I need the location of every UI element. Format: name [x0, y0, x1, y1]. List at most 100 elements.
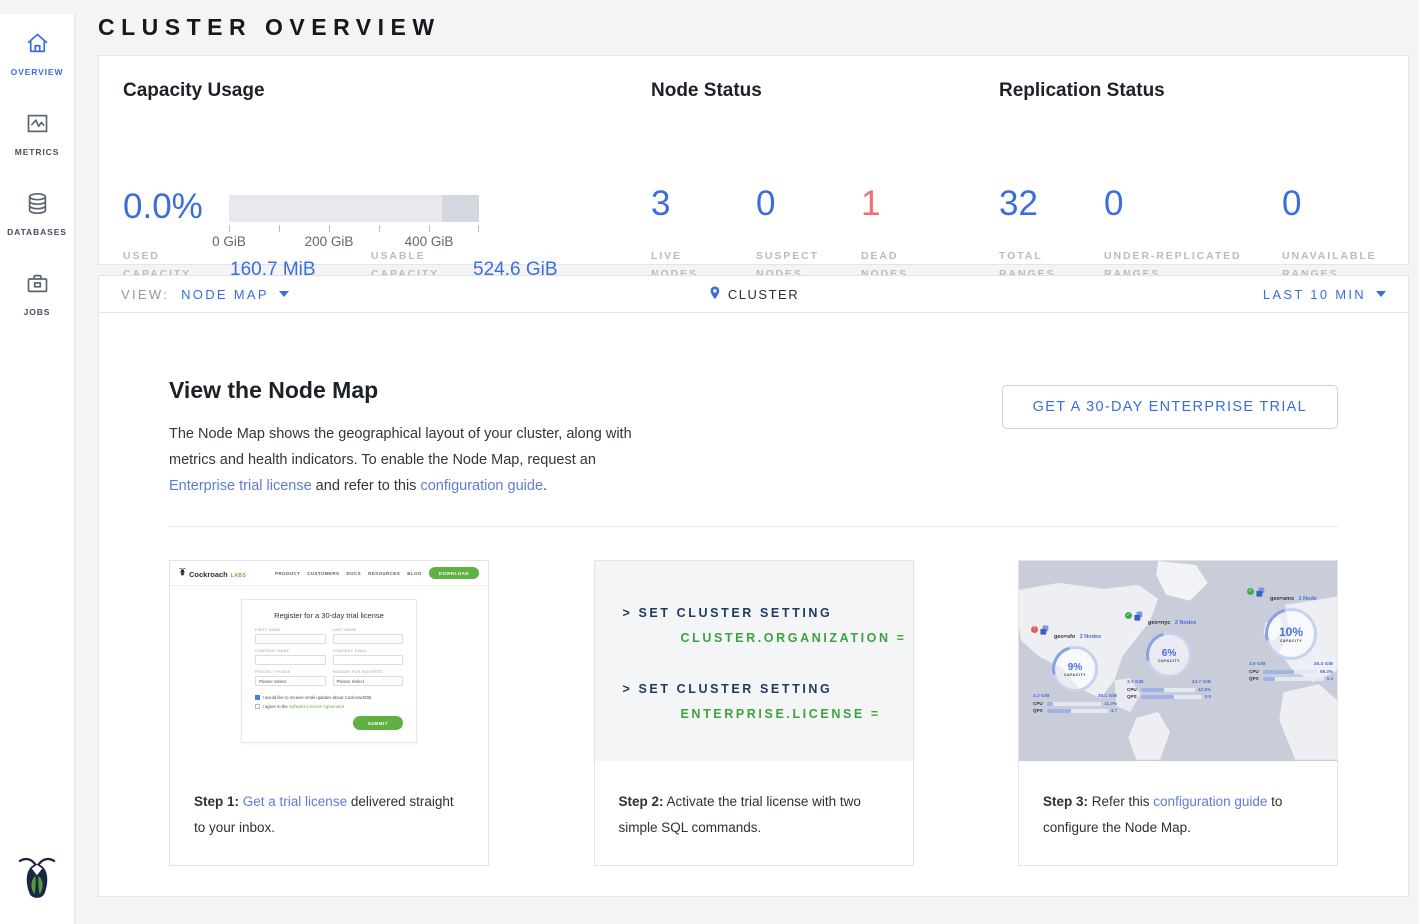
- capacity-used: 3.7 GiB: [1127, 680, 1144, 685]
- sidebar-item-label: OVERVIEW: [11, 67, 64, 77]
- axis-tick-label: 0 GiB: [212, 234, 246, 249]
- mini-checkbox-label: I would like to receive email updates ab…: [263, 695, 373, 700]
- live-nodes-value: 3: [651, 184, 670, 224]
- step-label: Step 2:: [619, 794, 664, 809]
- mini-nav-item: DOCS: [346, 571, 361, 576]
- section-divider: [169, 526, 1338, 527]
- qps-label: QPS: [1033, 708, 1044, 713]
- mini-checkbox: [255, 704, 260, 709]
- locality-ams: ✓ geo=ams 1 Node 10% CAPACITY: [1247, 587, 1335, 681]
- time-range-value: LAST 10 MIN: [1263, 287, 1366, 302]
- mini-select: Please Select: [333, 676, 404, 686]
- metrics-chart-icon: [24, 110, 51, 142]
- configuration-guide-link[interactable]: configuration guide: [420, 478, 543, 494]
- capacity-gauge: 9% CAPACITY: [1052, 646, 1098, 692]
- cockroachdb-logo: [18, 853, 56, 910]
- dead-nodes-value: 1: [861, 184, 880, 224]
- description-text: The Node Map shows the geographical layo…: [169, 426, 632, 468]
- step-label: Step 3:: [1043, 794, 1088, 809]
- step1-card: Cockroach LABS PRODUCT CUSTOMERS DOCS RE…: [169, 560, 489, 866]
- qps-label: QPS: [1127, 694, 1138, 699]
- step2-caption: Step 2: Activate the trial license with …: [595, 761, 913, 865]
- mini-registration-form: Register for a 30-day trial license FIRS…: [241, 599, 417, 743]
- sidebar: OVERVIEW METRICS DATABASES JOBS: [0, 14, 75, 924]
- sidebar-item-overview[interactable]: OVERVIEW: [0, 30, 74, 76]
- node-map-panel: View the Node Map The Node Map shows the…: [98, 313, 1409, 897]
- mini-field-label: FIRST NAME: [255, 628, 326, 632]
- enterprise-trial-license-link[interactable]: Enterprise trial license: [169, 478, 312, 494]
- main-content: CLUSTER OVERVIEW Capacity Usage 0.0% 0 G…: [75, 14, 1419, 897]
- cpu-label: CPU: [1127, 687, 1138, 692]
- mini-submit-button: SUBMIT: [353, 716, 403, 730]
- mini-nav-item: PRODUCT: [275, 571, 300, 576]
- mini-checkbox-checked: [255, 695, 260, 700]
- get-trial-license-link[interactable]: Get a trial license: [243, 794, 347, 809]
- locality-node-count: 2 Nodes: [1175, 620, 1196, 626]
- sidebar-item-metrics[interactable]: METRICS: [0, 110, 74, 156]
- sidebar-item-databases[interactable]: DATABASES: [0, 190, 74, 236]
- node-cube-icon: [1134, 611, 1144, 622]
- node-map-heading: View the Node Map: [169, 377, 643, 404]
- enterprise-trial-button[interactable]: GET A 30-DAY ENTERPRISE TRIAL: [1002, 385, 1338, 429]
- time-range-selector[interactable]: LAST 10 MIN: [1263, 287, 1386, 302]
- description-text: and refer to this: [312, 478, 421, 494]
- mini-field-label: COMPANY EMAIL: [333, 649, 404, 653]
- mini-nav-item: BLOG: [407, 571, 422, 576]
- capacity-percent: 10%: [1279, 625, 1303, 639]
- capacity-used: 3.2 GiB: [1033, 694, 1050, 699]
- mini-form-title: Register for a 30-day trial license: [255, 611, 403, 620]
- database-icon: [24, 190, 51, 222]
- sql-argument: ENTERPRISE.LICENSE =: [681, 702, 913, 727]
- mini-input: [333, 634, 404, 644]
- cpu-label: CPU: [1033, 701, 1044, 706]
- cpu-value: 42.5%: [1198, 687, 1211, 692]
- cpu-bar: [1141, 688, 1195, 692]
- capacity-used: 3.6 GiB: [1249, 662, 1266, 667]
- description-text: .: [543, 478, 547, 494]
- locality-node-count: 2 Nodes: [1080, 634, 1101, 640]
- configuration-guide-link[interactable]: configuration guide: [1153, 794, 1267, 809]
- healthy-status-icon: ✓: [1125, 612, 1132, 619]
- cpu-bar: [1047, 702, 1101, 706]
- capacity-percent: 6%: [1162, 648, 1176, 659]
- locality-nyc: ✓ geo=nyc 2 Nodes 6% CAPACITY: [1125, 611, 1213, 699]
- node-map-thumbnail: ! geo=sfo 2 Nodes 9% CAPACITY: [1019, 561, 1337, 761]
- locality-label: CLUSTER: [728, 287, 799, 302]
- sql-commands-block: > SET CLUSTER SETTING CLUSTER.ORGANIZATI…: [595, 561, 913, 761]
- cpu-bar: [1263, 670, 1317, 674]
- sidebar-item-label: DATABASES: [7, 227, 67, 237]
- view-label: VIEW:: [121, 287, 169, 302]
- sidebar-item-label: METRICS: [15, 147, 60, 157]
- cpu-label: CPU: [1249, 669, 1260, 674]
- node-cube-icon: [1040, 625, 1050, 636]
- mini-nav-item: CUSTOMERS: [307, 571, 339, 576]
- mini-input: [255, 634, 326, 644]
- view-selector[interactable]: VIEW: NODE MAP: [121, 287, 289, 302]
- qps-bar: [1263, 677, 1324, 681]
- capacity-axis-ticks: [229, 224, 479, 233]
- home-icon: [24, 30, 51, 62]
- step1-caption: Step 1: Get a trial license delivered st…: [170, 761, 488, 865]
- qps-bar: [1141, 695, 1202, 699]
- mini-field-label: PROJECT PHASE: [255, 670, 326, 674]
- sql-command: SET CLUSTER SETTING: [638, 682, 832, 696]
- mini-checkbox-label: I agree to the Software License Agreemen…: [263, 704, 346, 709]
- axis-tick-label: 200 GiB: [305, 234, 354, 249]
- capacity-used-percent: 0.0%: [123, 187, 203, 227]
- node-map-description: The Node Map shows the geographical layo…: [169, 421, 643, 499]
- sql-prompt: >: [623, 606, 633, 620]
- mini-field-label: LAST NAME: [333, 628, 404, 632]
- sql-prompt: >: [623, 682, 633, 696]
- step3-caption: Step 3: Refer this configuration guide t…: [1019, 761, 1337, 865]
- cockroach-labs-logo: Cockroach LABS: [179, 567, 246, 579]
- mini-license-link: Software License Agreement.: [289, 704, 345, 709]
- map-pin-icon: [708, 285, 721, 304]
- qps-label: QPS: [1249, 676, 1260, 681]
- capacity-bar-chart: 0 GiB 200 GiB 400 GiB: [229, 195, 479, 250]
- mini-field-label: REASON FOR INTEREST: [333, 670, 404, 674]
- sidebar-item-jobs[interactable]: JOBS: [0, 270, 74, 316]
- step-label: Step 1:: [194, 794, 239, 809]
- locality-breadcrumb: CLUSTER: [708, 285, 799, 304]
- page-title: CLUSTER OVERVIEW: [98, 14, 1409, 41]
- total-ranges-value: 32: [999, 184, 1038, 224]
